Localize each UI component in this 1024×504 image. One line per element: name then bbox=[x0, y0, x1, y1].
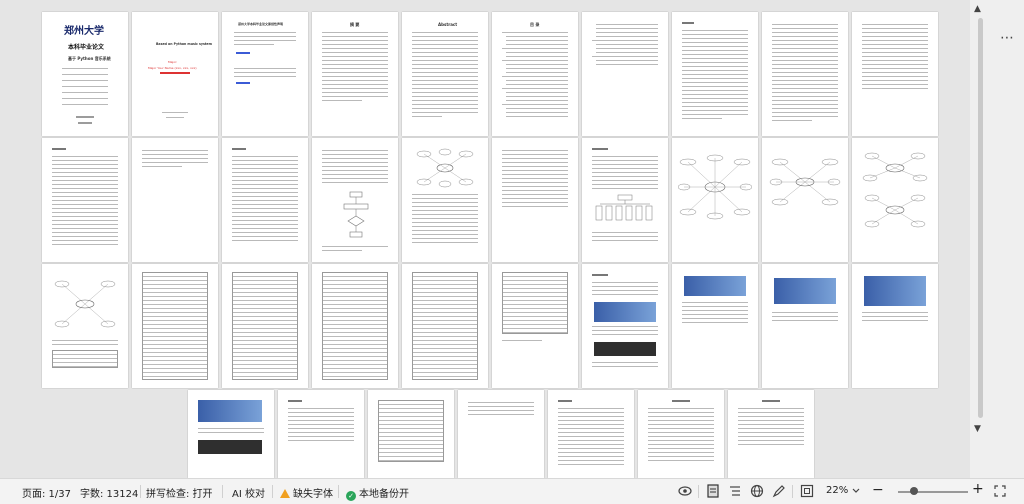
data-table bbox=[232, 272, 298, 380]
fit-width-icon[interactable] bbox=[800, 484, 814, 498]
english-title: Based on Python music system bbox=[156, 42, 212, 46]
data-table bbox=[322, 272, 388, 380]
mindmap-diagram bbox=[416, 148, 474, 188]
er-diagram bbox=[769, 158, 841, 206]
page-thumbnail-33[interactable] bbox=[368, 390, 454, 478]
page-thumbnail-19[interactable] bbox=[762, 138, 848, 262]
flow-diagram bbox=[343, 191, 369, 238]
data-table bbox=[502, 272, 568, 334]
page-thumbnail-2[interactable]: Based on Python music system Major: Majo… bbox=[132, 12, 218, 136]
page-thumbnail-16[interactable] bbox=[492, 138, 578, 262]
page-thumbnail-11[interactable] bbox=[42, 138, 128, 262]
screenshot-figure bbox=[594, 302, 656, 322]
page-thumbnail-37[interactable] bbox=[728, 390, 814, 478]
page-thumbnail-10[interactable] bbox=[852, 12, 938, 136]
page-thumbnail-9[interactable] bbox=[762, 12, 848, 136]
page-view-icon[interactable] bbox=[706, 484, 720, 498]
page-thumbnail-13[interactable] bbox=[222, 138, 308, 262]
zoom-out-icon[interactable]: − bbox=[872, 482, 884, 498]
page-thumbnail-28[interactable] bbox=[672, 264, 758, 388]
page-thumbnail-32[interactable] bbox=[278, 390, 364, 478]
screenshot-figure bbox=[684, 276, 746, 296]
scroll-up-icon[interactable]: ▲ bbox=[974, 4, 981, 14]
zoom-slider-knob[interactable] bbox=[910, 487, 918, 495]
screenshot-figure bbox=[198, 400, 262, 422]
data-table bbox=[142, 272, 208, 380]
data-table bbox=[412, 272, 478, 380]
page-thumbnail-22[interactable] bbox=[132, 264, 218, 388]
er-diagram bbox=[678, 154, 752, 220]
page-thumbnail-15[interactable] bbox=[402, 138, 488, 262]
ai-proofread-button[interactable]: AI 校对 bbox=[232, 485, 265, 500]
chevron-down-icon[interactable] bbox=[852, 488, 860, 494]
page-thumbnail-35[interactable] bbox=[548, 390, 634, 478]
document-canvas[interactable]: 郑州大学 本科毕业论文 基于 Python 音乐系统 Based on Pyth… bbox=[0, 0, 970, 478]
page-thumbnail-29[interactable] bbox=[762, 264, 848, 388]
data-table bbox=[52, 350, 118, 368]
vertical-scrollbar[interactable] bbox=[978, 18, 983, 418]
er-diagram bbox=[54, 280, 116, 328]
local-backup-status[interactable]: ✓ 本地备份开 bbox=[346, 485, 409, 501]
page-thumbnail-27[interactable] bbox=[582, 264, 668, 388]
warning-icon bbox=[280, 489, 290, 498]
screenshot-figure bbox=[198, 440, 262, 454]
page-thumbnail-26[interactable] bbox=[492, 264, 578, 388]
page-thumbnail-31[interactable] bbox=[188, 390, 274, 478]
page-thumbnail-25[interactable] bbox=[402, 264, 488, 388]
page-thumbnail-5[interactable]: Abstract bbox=[402, 12, 488, 136]
word-count[interactable]: 字数: 13124 bbox=[80, 485, 138, 500]
page-thumbnail-30[interactable] bbox=[852, 264, 938, 388]
screenshot-figure bbox=[594, 342, 656, 356]
page-thumbnail-14[interactable] bbox=[312, 138, 398, 262]
fullscreen-icon[interactable] bbox=[994, 485, 1006, 497]
check-circle-icon: ✓ bbox=[346, 491, 356, 501]
er-diagram bbox=[862, 152, 928, 228]
scroll-down-icon[interactable]: ▼ bbox=[974, 424, 981, 434]
screenshot-figure bbox=[864, 276, 926, 306]
page-thumbnail-12[interactable] bbox=[132, 138, 218, 262]
page-thumbnail-8[interactable] bbox=[672, 12, 758, 136]
university-logo: 郑州大学 bbox=[64, 26, 104, 37]
page-thumbnail-36[interactable] bbox=[638, 390, 724, 478]
page-thumbnail-20[interactable] bbox=[852, 138, 938, 262]
page-thumbnail-23[interactable] bbox=[222, 264, 308, 388]
zoom-level[interactable]: 22% bbox=[826, 485, 848, 496]
page-thumbnail-18[interactable] bbox=[672, 138, 758, 262]
page-thumbnail-21[interactable] bbox=[42, 264, 128, 388]
page-thumbnail-34[interactable] bbox=[458, 390, 544, 478]
zoom-slider[interactable] bbox=[898, 491, 968, 493]
zoom-in-icon[interactable]: + bbox=[972, 481, 984, 497]
web-view-icon[interactable] bbox=[750, 484, 764, 498]
read-mode-icon[interactable] bbox=[772, 484, 786, 498]
data-table bbox=[378, 400, 444, 462]
page-thumbnail-1[interactable]: 郑州大学 本科毕业论文 基于 Python 音乐系统 bbox=[42, 12, 128, 136]
page-indicator[interactable]: 页面: 1/37 bbox=[22, 485, 71, 500]
page-thumbnail-6[interactable]: 目 录 bbox=[492, 12, 578, 136]
page-thumbnail-17[interactable] bbox=[582, 138, 668, 262]
more-options-icon[interactable]: ⋯ bbox=[1000, 30, 1014, 46]
page-thumbnail-7[interactable] bbox=[582, 12, 668, 136]
page-thumbnail-4[interactable]: 摘 要 bbox=[312, 12, 398, 136]
cover-title: 本科毕业论文 bbox=[68, 44, 105, 51]
eye-icon[interactable] bbox=[678, 485, 692, 497]
screenshot-figure bbox=[774, 278, 836, 304]
page-thumbnail-24[interactable] bbox=[312, 264, 398, 388]
status-bar: 页面: 1/37 字数: 13124 拼写检查: 打开 AI 校对 缺失字体 ✓… bbox=[0, 478, 1024, 504]
missing-font-warning[interactable]: 缺失字体 bbox=[280, 485, 333, 500]
outline-view-icon[interactable] bbox=[728, 484, 742, 498]
page-thumbnail-3[interactable]: 郑州大学本科毕业论文原创性声明 bbox=[222, 12, 308, 136]
right-toolbar: ▲ ▼ ⋯ bbox=[970, 0, 1024, 478]
cover-subtitle: 基于 Python 音乐系统 bbox=[68, 56, 111, 61]
module-diagram bbox=[595, 194, 653, 221]
spell-check-toggle[interactable]: 拼写检查: 打开 bbox=[146, 485, 213, 500]
